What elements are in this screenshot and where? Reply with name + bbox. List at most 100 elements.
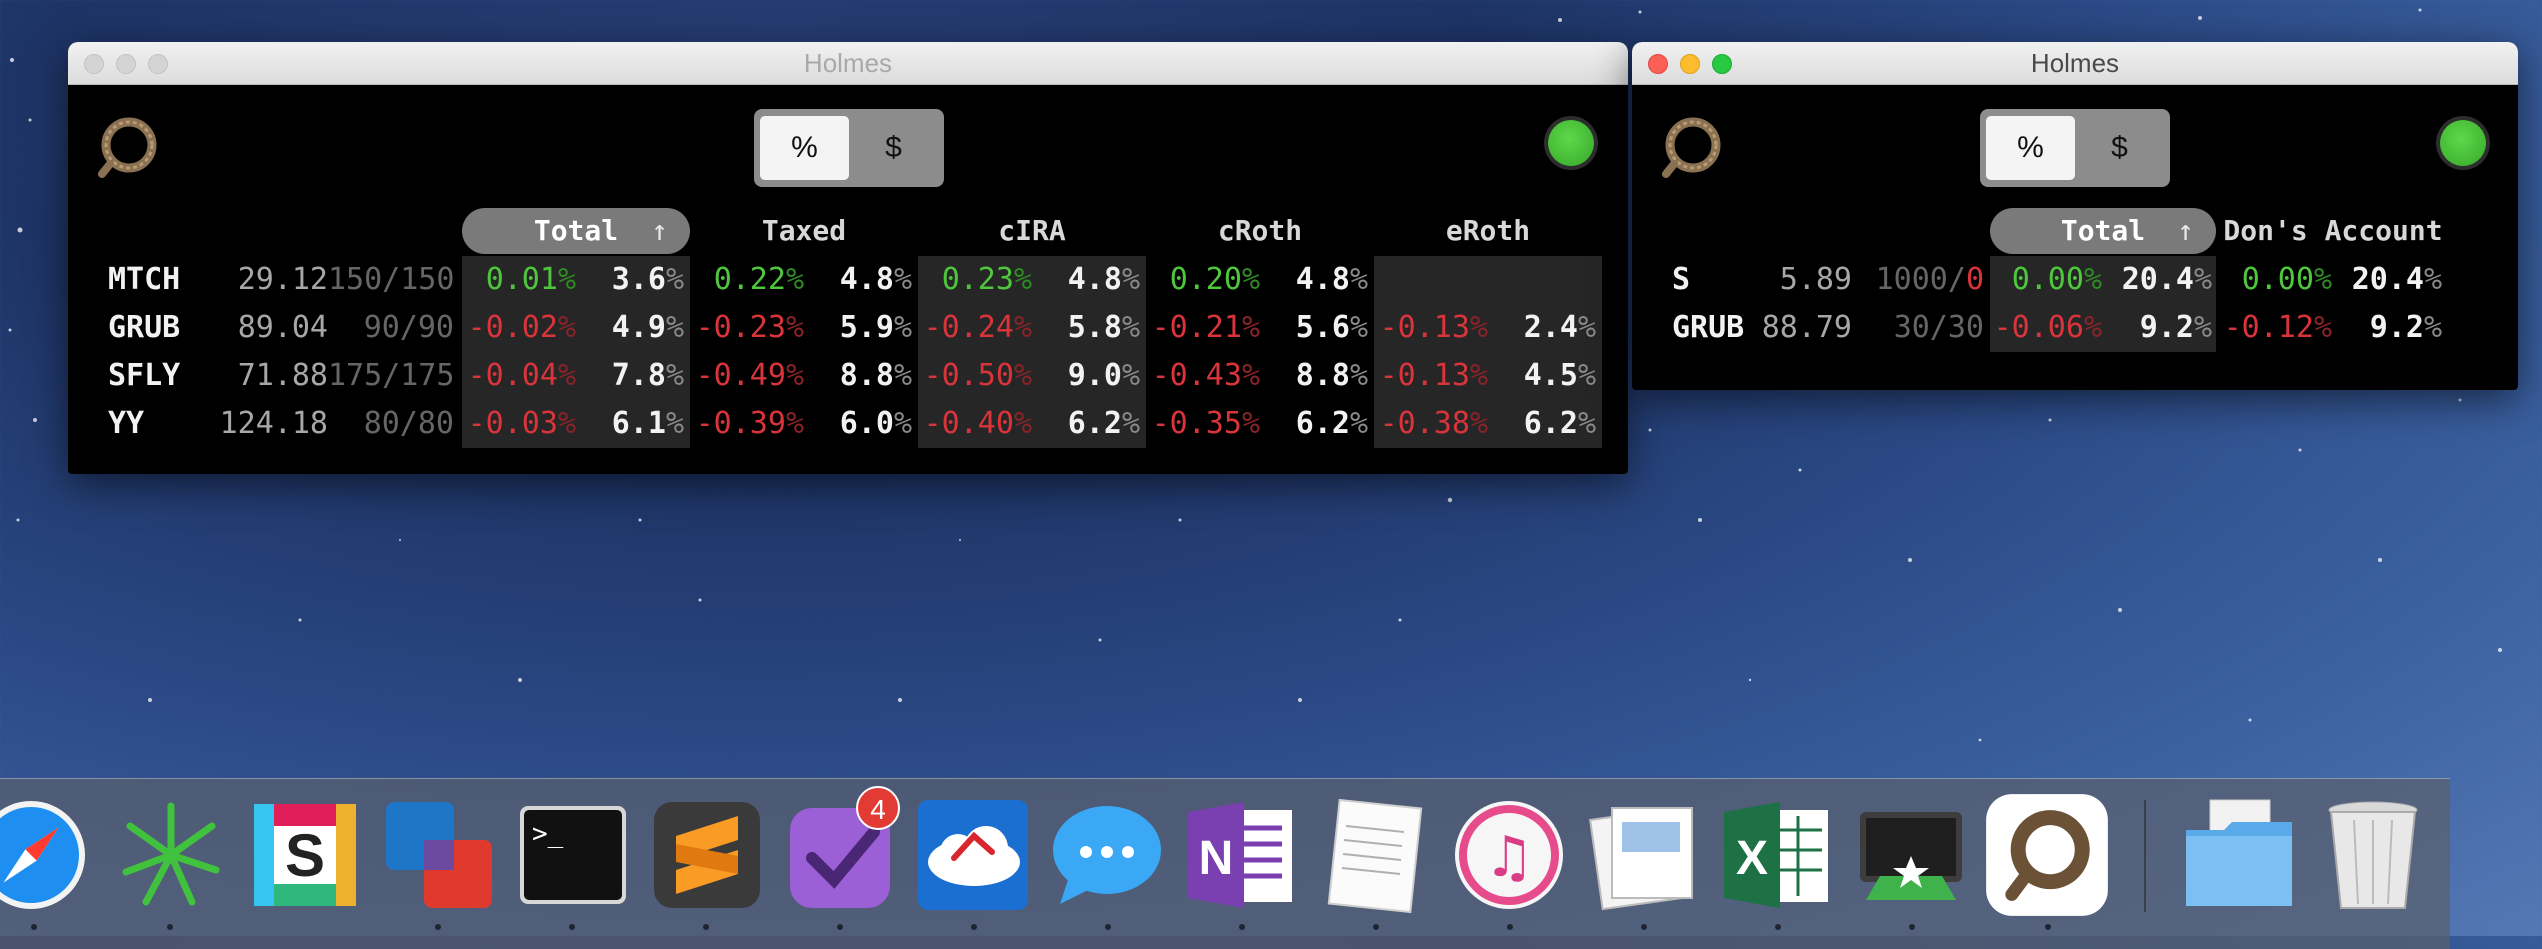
safari-icon[interactable] — [0, 796, 90, 914]
running-indicator-dot — [971, 924, 977, 930]
running-indicator-dot — [167, 924, 173, 930]
day-change-value: -0.39% — [695, 406, 804, 441]
share-price: 88.79 — [1761, 310, 1852, 345]
share-price: 5.89 — [1779, 262, 1852, 297]
trash-icon[interactable] — [2314, 796, 2432, 914]
share-price: 124.18 — [219, 406, 328, 441]
lot-count: 90/90 — [363, 310, 454, 345]
terminal-icon[interactable]: >_ — [514, 796, 632, 914]
allocation-percent: 4.8% — [1295, 262, 1368, 297]
running-indicator-dot — [1105, 924, 1111, 930]
downloads-folder-icon[interactable] — [2180, 796, 2298, 914]
sort-ascending-icon: ↑ — [2177, 214, 2194, 247]
running-indicator-dot — [569, 924, 575, 930]
day-change-value: -0.43% — [1151, 358, 1260, 393]
sublime-text-icon[interactable] — [648, 796, 766, 914]
running-indicator-dot — [837, 924, 843, 930]
vmware-fusion-icon[interactable] — [380, 796, 498, 914]
allocation-percent: 3.6% — [611, 262, 684, 297]
day-change-value: -0.23% — [695, 310, 804, 345]
display-mode-toggle: % $ — [754, 109, 944, 187]
allocation-percent: 9.2% — [2369, 310, 2442, 345]
dollar-mode-button[interactable]: $ — [849, 116, 938, 180]
svg-text:>_: >_ — [532, 819, 564, 849]
day-change-value: -0.21% — [1151, 310, 1260, 345]
allocation-percent: 4.8% — [839, 262, 912, 297]
running-indicator-dot — [2045, 924, 2051, 930]
lot-count: 1000/0 — [1875, 262, 1984, 297]
day-change-value: 0.23% — [941, 262, 1032, 297]
holmes-dock-icon[interactable] — [1984, 792, 2110, 918]
messages-icon[interactable] — [1048, 796, 1166, 914]
textedit-icon[interactable] — [1316, 796, 1434, 914]
sort-ascending-icon: ↑ — [651, 214, 668, 247]
jump-desktop-icon[interactable] — [914, 796, 1032, 914]
share-price: 29.12 — [237, 262, 328, 297]
allocation-percent: 5.6% — [1295, 310, 1368, 345]
column-header-croth[interactable]: cRoth — [1146, 208, 1374, 254]
window-title: Holmes — [2030, 48, 2120, 78]
holmes-window-account: Holmes % $ Total ↑ Don's Account S 5.89 1000/… — [1632, 42, 2518, 390]
allocation-percent: 20.4% — [2351, 262, 2442, 297]
day-change-value: -0.35% — [1151, 406, 1260, 441]
allocation-percent: 6.2% — [1295, 406, 1368, 441]
allocation-percent: 5.9% — [839, 310, 912, 345]
screens-icon[interactable] — [1852, 796, 1970, 914]
connection-status-indicator — [1548, 120, 1594, 166]
allocation-percent: 20.4% — [2121, 262, 2212, 297]
day-change-value: -0.38% — [1379, 406, 1488, 441]
connection-status-indicator — [2440, 120, 2486, 166]
running-indicator-dot — [1909, 924, 1915, 930]
column-header-eroth[interactable]: eRoth — [1374, 208, 1602, 254]
running-indicator-dot — [703, 924, 709, 930]
column-header-total[interactable]: Total ↑ — [1990, 208, 2216, 254]
day-change-value: -0.24% — [923, 310, 1032, 345]
title-bar[interactable]: Holmes — [68, 42, 1628, 85]
lot-count: 80/80 — [363, 406, 454, 441]
allocation-percent: 6.0% — [839, 406, 912, 441]
slack-icon[interactable]: S — [246, 796, 364, 914]
itunes-icon[interactable]: ♫ — [1450, 796, 1568, 914]
holmes-logo-icon — [1662, 117, 1721, 178]
column-header-total[interactable]: Total ↑ — [462, 208, 690, 254]
dock-separator — [2144, 800, 2146, 912]
allocation-percent: 9.2% — [2139, 310, 2212, 345]
allocation-percent: 5.8% — [1067, 310, 1140, 345]
svg-text:X: X — [1736, 832, 1768, 885]
percent-mode-button[interactable]: % — [1986, 116, 2075, 180]
allocation-percent: 2.4% — [1523, 310, 1596, 345]
allocation-percent: 4.5% — [1523, 358, 1596, 393]
day-change-value: 0.00% — [2011, 262, 2102, 297]
lot-count: 175/175 — [328, 358, 455, 393]
perplexity-icon[interactable] — [112, 796, 230, 914]
percent-mode-button[interactable]: % — [760, 116, 849, 180]
allocation-percent: 9.0% — [1067, 358, 1140, 393]
preview-icon[interactable] — [1584, 796, 1702, 914]
ticker-symbol: MTCH — [108, 262, 181, 297]
lot-count-alert: 0 — [1965, 262, 1984, 297]
title-bar[interactable]: Holmes — [1632, 42, 2518, 85]
dollar-mode-button[interactable]: $ — [2075, 116, 2164, 180]
day-change-value: -0.50% — [923, 358, 1032, 393]
day-change-value: 0.20% — [1169, 262, 1260, 297]
day-change-value: 0.22% — [713, 262, 804, 297]
day-change-value: -0.49% — [695, 358, 804, 393]
svg-text:N: N — [1199, 832, 1234, 885]
excel-icon[interactable]: X — [1718, 796, 1836, 914]
running-indicator-dot — [1239, 924, 1245, 930]
column-header-taxed[interactable]: Taxed — [690, 208, 918, 254]
share-price: 71.88 — [237, 358, 328, 393]
ticker-symbol: YY — [108, 406, 145, 441]
day-change-value: -0.40% — [923, 406, 1032, 441]
running-indicator-dot — [1641, 924, 1647, 930]
day-change-value: -0.03% — [467, 406, 576, 441]
running-indicator-dot — [1507, 924, 1513, 930]
lot-count: 30/30 — [1893, 310, 1984, 345]
running-indicator-dot — [31, 924, 37, 930]
day-change-value: -0.13% — [1379, 358, 1488, 393]
allocation-percent: 6.2% — [1067, 406, 1140, 441]
column-header-cira[interactable]: cIRA — [918, 208, 1146, 254]
onenote-icon[interactable]: N — [1182, 796, 1300, 914]
column-header-don-s-account[interactable]: Don's Account — [2220, 208, 2446, 254]
svg-text:S: S — [285, 822, 325, 889]
